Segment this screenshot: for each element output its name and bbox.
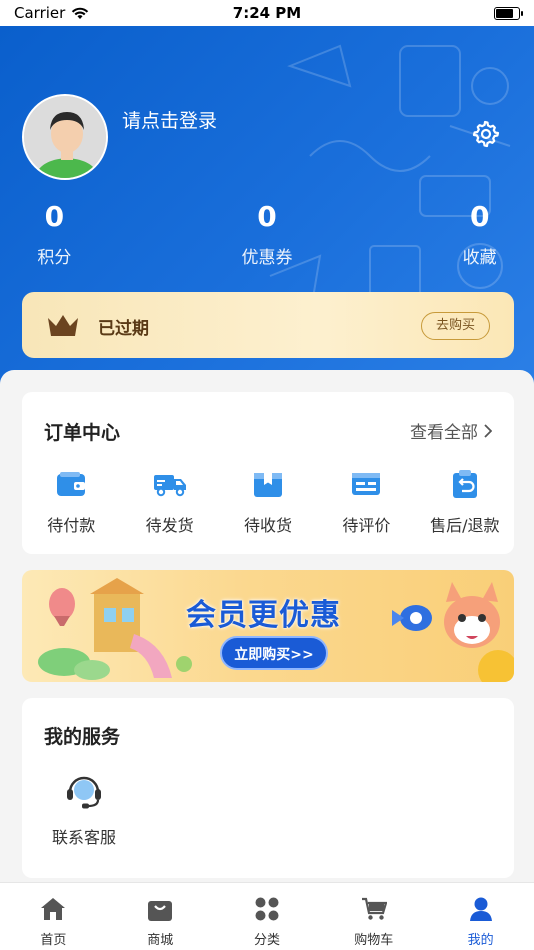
tab-label: 首页 (40, 933, 67, 948)
tab-label: 分类 (253, 933, 280, 948)
main-content: 订单中心 查看全部 待付款 待发货 待收货 待评价 售后/退款 会员更优惠 立即… (0, 370, 534, 890)
view-all-orders-link[interactable]: 查看全部 (410, 418, 492, 443)
stat-label: 积分 (37, 248, 72, 268)
refund-icon (452, 470, 477, 498)
membership-banner[interactable]: 会员更优惠 立即购买>> (22, 570, 514, 682)
order-pending-review[interactable]: 待评价 (317, 468, 415, 536)
view-all-label: 查看全部 (410, 423, 478, 443)
profile-header: 请点击登录 0 积分 0 优惠券 0 收藏 已过期 去购买 (0, 26, 534, 386)
order-item-label: 待评价 (342, 516, 391, 535)
tab-home[interactable]: 首页 (0, 883, 107, 950)
crown-icon (48, 315, 78, 336)
tab-label: 商城 (147, 933, 174, 948)
bottom-tab-bar: 首页 商城 分类 购物车 我的 (0, 882, 534, 950)
mascot-illustration-icon (392, 582, 514, 682)
service-contact-support[interactable]: 联系客服 (44, 770, 124, 848)
stat-favorites[interactable]: 0 收藏 (373, 200, 534, 268)
stat-label: 优惠券 (241, 248, 293, 268)
order-pending-receipt[interactable]: 待收货 (219, 468, 317, 536)
stat-coupons[interactable]: 0 优惠券 (161, 200, 374, 268)
order-item-label: 待付款 (47, 516, 96, 535)
tab-label: 我的 (467, 933, 494, 948)
stat-value: 0 (257, 200, 277, 233)
stat-value: 0 (44, 200, 65, 233)
truck-icon (153, 475, 186, 497)
banner-buy-now-button[interactable]: 立即购买>> (220, 636, 328, 670)
cart-icon (361, 897, 387, 920)
headset-icon (67, 776, 101, 809)
avatar[interactable] (22, 94, 108, 180)
tab-mine[interactable]: 我的 (427, 883, 534, 950)
order-pending-payment[interactable]: 待付款 (22, 468, 120, 536)
order-center-card: 订单中心 查看全部 待付款 待发货 待收货 待评价 售后/退款 (22, 392, 514, 554)
user-icon (469, 897, 492, 921)
stat-label: 收藏 (462, 248, 497, 268)
package-icon (254, 473, 283, 497)
wallet-icon (57, 472, 86, 496)
tab-cart[interactable]: 购物车 (320, 883, 427, 950)
my-services-card: 我的服务 联系客服 (22, 698, 514, 878)
battery-icon (494, 6, 523, 20)
banner-title: 会员更优惠 (186, 598, 341, 633)
vip-status: 已过期 (98, 319, 149, 339)
wifi-icon (72, 7, 89, 19)
carrier-label: Carrier (14, 4, 66, 22)
order-after-sale-refund[interactable]: 售后/退款 (416, 468, 514, 536)
stat-value: 0 (469, 200, 490, 233)
order-pending-shipment[interactable]: 待发货 (120, 468, 218, 536)
stat-points[interactable]: 0 积分 (0, 200, 161, 268)
tab-mall[interactable]: 商城 (107, 883, 214, 950)
service-label: 联系客服 (51, 828, 116, 847)
stats-row: 0 积分 0 优惠券 0 收藏 (0, 200, 534, 268)
home-icon (41, 898, 66, 920)
gear-icon[interactable] (472, 120, 500, 148)
playground-illustration-icon (38, 578, 192, 680)
vip-buy-button[interactable]: 去购买 (420, 312, 490, 340)
login-prompt[interactable]: 请点击登录 (122, 106, 217, 133)
grid-icon (255, 897, 279, 921)
review-icon (352, 473, 381, 495)
vip-card[interactable]: 已过期 去购买 (22, 292, 514, 358)
status-bar: Carrier 7:24 PM (0, 0, 534, 26)
chevron-right-icon (484, 423, 492, 438)
services-title: 我的服务 (44, 726, 121, 748)
order-item-label: 售后/退款 (430, 516, 500, 535)
order-center-title: 订单中心 (44, 422, 121, 444)
bag-icon (148, 901, 173, 921)
tab-label: 购物车 (354, 933, 394, 948)
order-item-label: 待收货 (244, 516, 293, 535)
order-status-row: 待付款 待发货 待收货 待评价 售后/退款 (22, 468, 514, 536)
default-avatar-icon (24, 96, 106, 178)
tab-category[interactable]: 分类 (214, 883, 321, 950)
order-item-label: 待发货 (145, 516, 194, 535)
status-left: Carrier (14, 4, 89, 22)
